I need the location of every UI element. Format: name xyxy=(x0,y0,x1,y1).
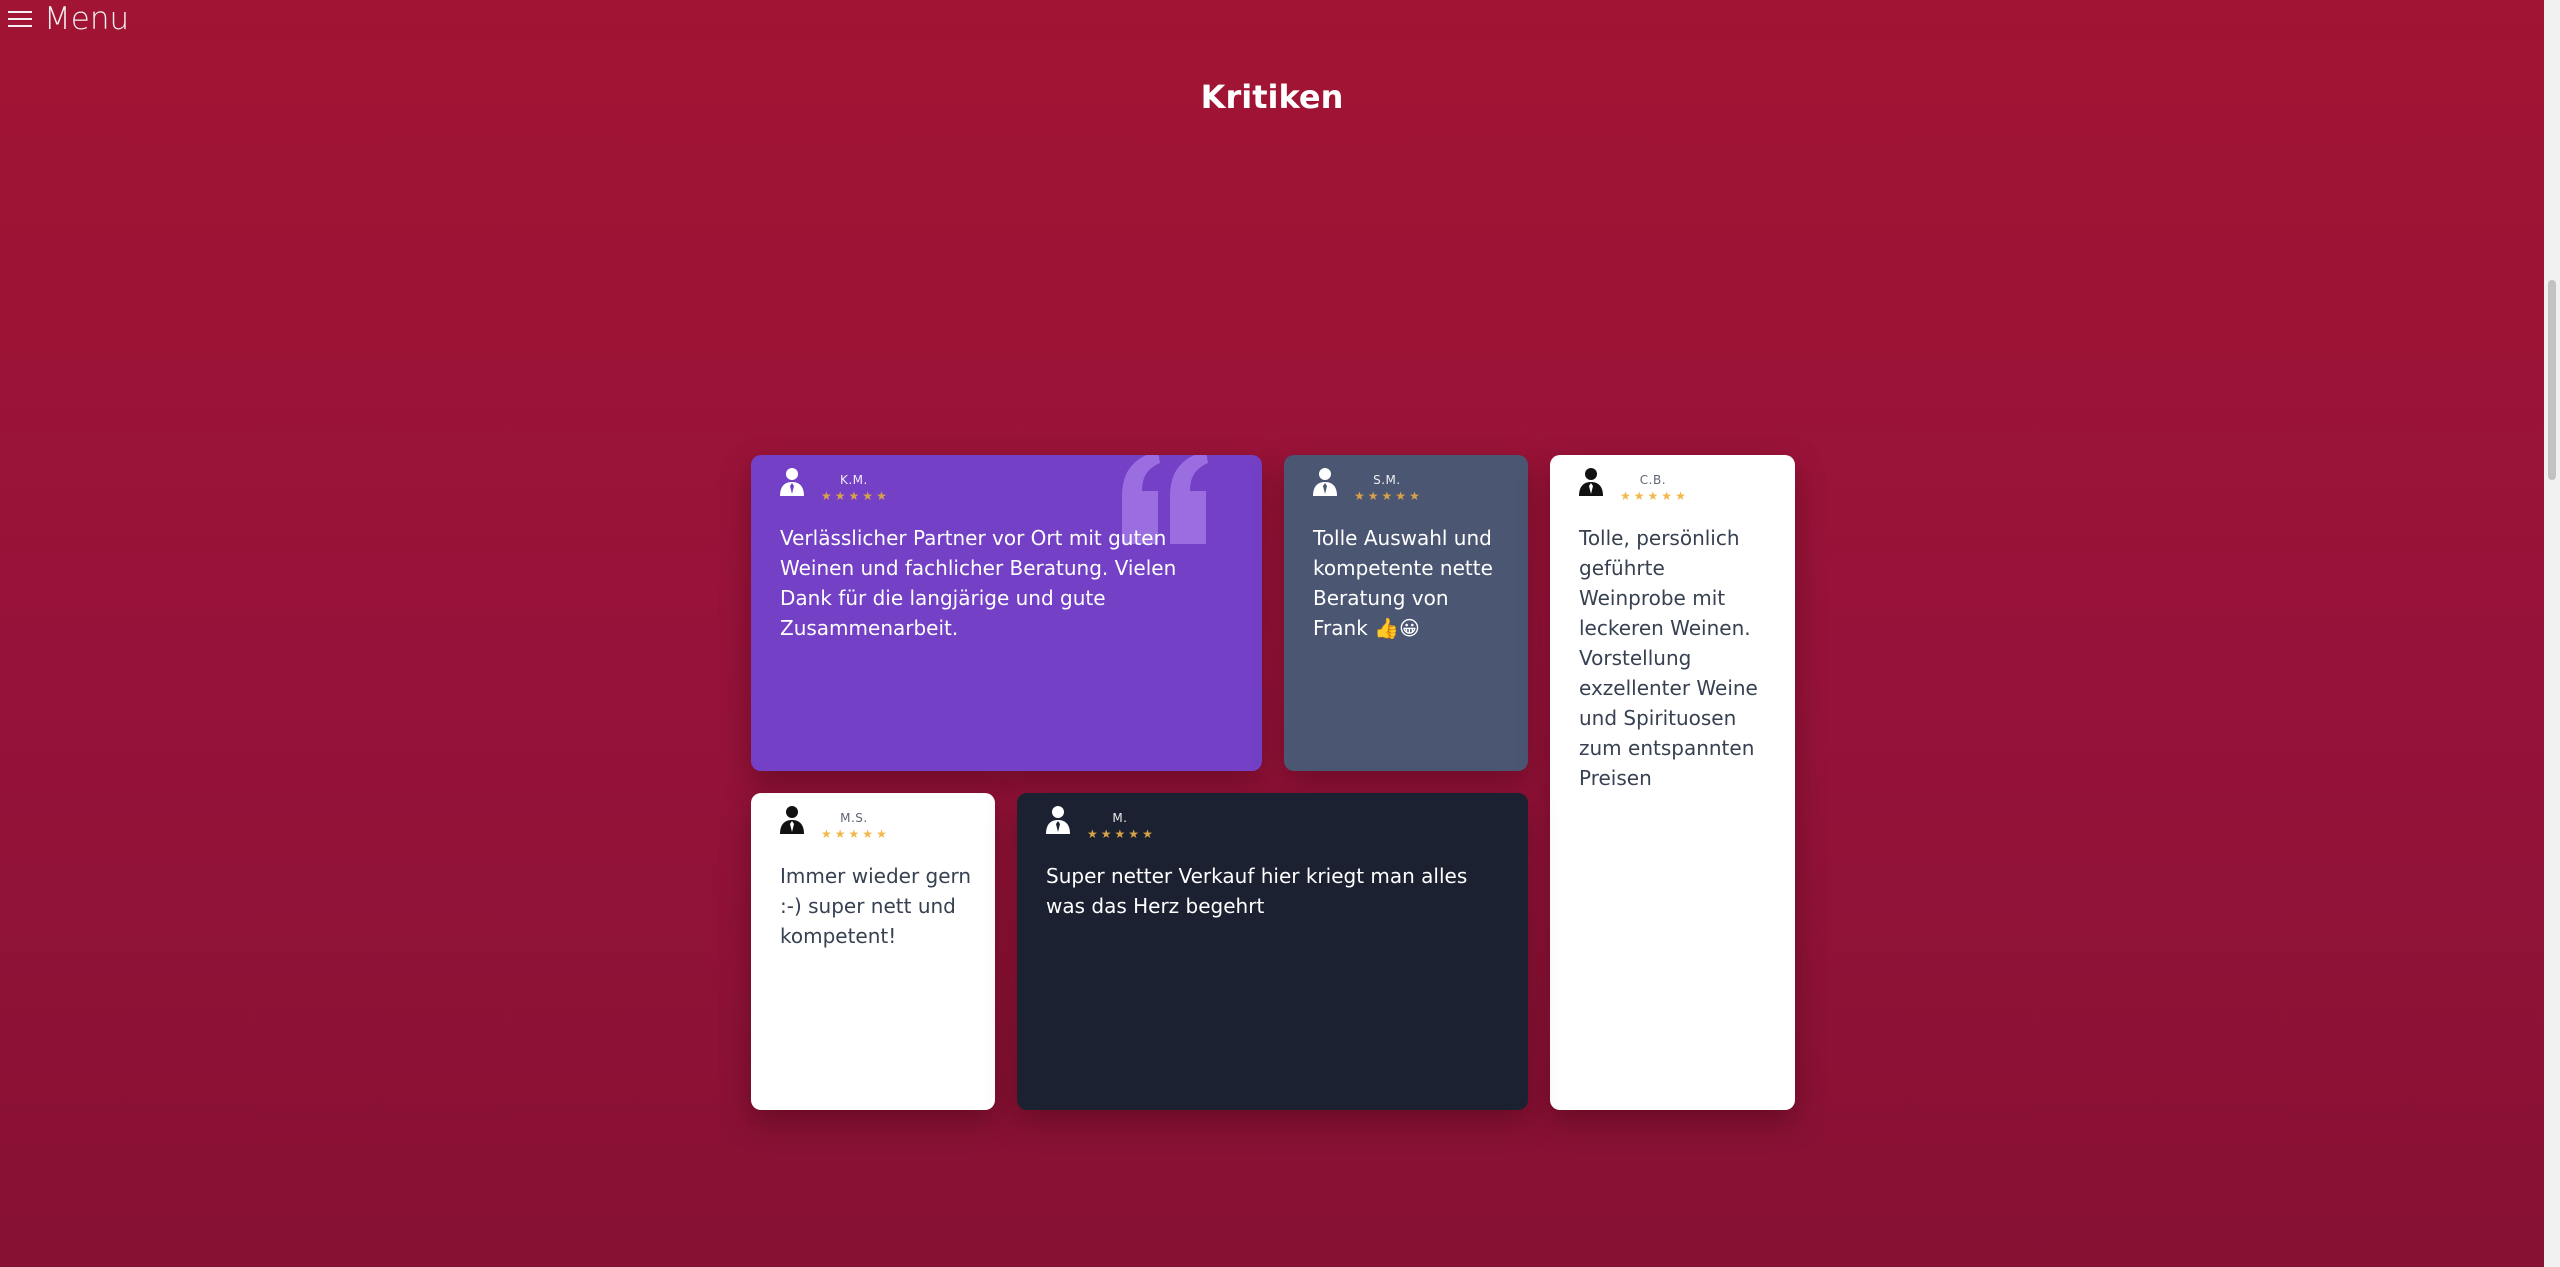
star-icon: ★ xyxy=(1620,489,1631,503)
star-icon: ★ xyxy=(834,827,846,841)
star-icon: ★ xyxy=(1087,827,1098,841)
star-icon: ★ xyxy=(848,827,860,841)
star-icon: ★ xyxy=(1354,489,1365,503)
review-text: Tolle Auswahl und kompetente nette Berat… xyxy=(1313,526,1493,640)
star-icon: ★ xyxy=(862,489,874,503)
user-icon xyxy=(1046,806,1070,834)
review-text: Immer wieder gern :-) super nett und kom… xyxy=(780,864,972,948)
rating-stars: ★ ★ ★ ★ ★ xyxy=(821,828,887,840)
review-text: Verlässlicher Partner vor Ort mit guten … xyxy=(780,526,1177,640)
review-card-sm: S.M. ★ ★ ★ ★ ★ Tolle Auswahl und kompete… xyxy=(1284,455,1528,771)
star-icon: ★ xyxy=(1647,489,1659,503)
hamburger-icon[interactable] xyxy=(8,8,34,30)
reviewer-name: K.M. xyxy=(839,473,868,487)
star-icon: ★ xyxy=(1409,489,1420,503)
rating-stars: ★ ★ ★ ★ ★ xyxy=(1087,828,1153,840)
review-card-ms: M.S. ★ ★ ★ ★ ★ Immer wieder gern :-) sup… xyxy=(751,793,995,1110)
user-icon xyxy=(1579,468,1603,496)
star-icon: ★ xyxy=(1675,489,1686,503)
menu-toggle[interactable]: Menu xyxy=(8,0,129,38)
star-icon: ★ xyxy=(1367,489,1379,503)
page-scrollbar[interactable] xyxy=(2544,0,2560,1267)
rating-stars: ★ ★ ★ ★ ★ xyxy=(1620,490,1686,502)
star-icon: ★ xyxy=(821,827,832,841)
star-icon: ★ xyxy=(834,489,846,503)
user-icon xyxy=(780,468,804,496)
rating-stars: ★ ★ ★ ★ ★ xyxy=(1354,490,1420,502)
rating-stars: ★ ★ ★ ★ ★ xyxy=(821,490,887,502)
star-icon: ★ xyxy=(862,827,874,841)
star-icon: ★ xyxy=(848,489,860,503)
user-icon xyxy=(1313,468,1337,496)
star-icon: ★ xyxy=(876,827,887,841)
reviewer-name: C.B. xyxy=(1639,473,1667,487)
review-card-cb: C.B. ★ ★ ★ ★ ★ Tolle, persönlich geführt… xyxy=(1550,455,1795,1110)
menu-label[interactable]: Menu xyxy=(44,3,129,35)
review-card-m: M. ★ ★ ★ ★ ★ Super netter Verkauf hier k… xyxy=(1017,793,1528,1110)
star-icon: ★ xyxy=(1633,489,1645,503)
star-icon: ★ xyxy=(876,489,887,503)
star-icon: ★ xyxy=(1142,827,1153,841)
star-icon: ★ xyxy=(1128,827,1140,841)
section-title: Kritiken xyxy=(1200,78,1344,116)
star-icon: ★ xyxy=(1661,489,1673,503)
star-icon: ★ xyxy=(821,489,832,503)
reviewer-name: M.S. xyxy=(840,811,868,825)
star-icon: ★ xyxy=(1100,827,1112,841)
review-text: Super netter Verkauf hier kriegt man all… xyxy=(1046,864,1468,918)
reviewer-name: M. xyxy=(1112,811,1128,825)
review-text: Tolle, persönlich geführte Weinprobe mit… xyxy=(1579,526,1758,790)
star-icon: ★ xyxy=(1395,489,1407,503)
user-icon xyxy=(780,806,804,834)
reviewer-name: S.M. xyxy=(1373,473,1401,487)
star-icon: ★ xyxy=(1381,489,1393,503)
scrollbar-thumb[interactable] xyxy=(2548,280,2556,480)
star-icon: ★ xyxy=(1114,827,1126,841)
review-card-km: K.M. ★ ★ ★ ★ ★ Verlässlicher Partner vor… xyxy=(751,455,1262,771)
